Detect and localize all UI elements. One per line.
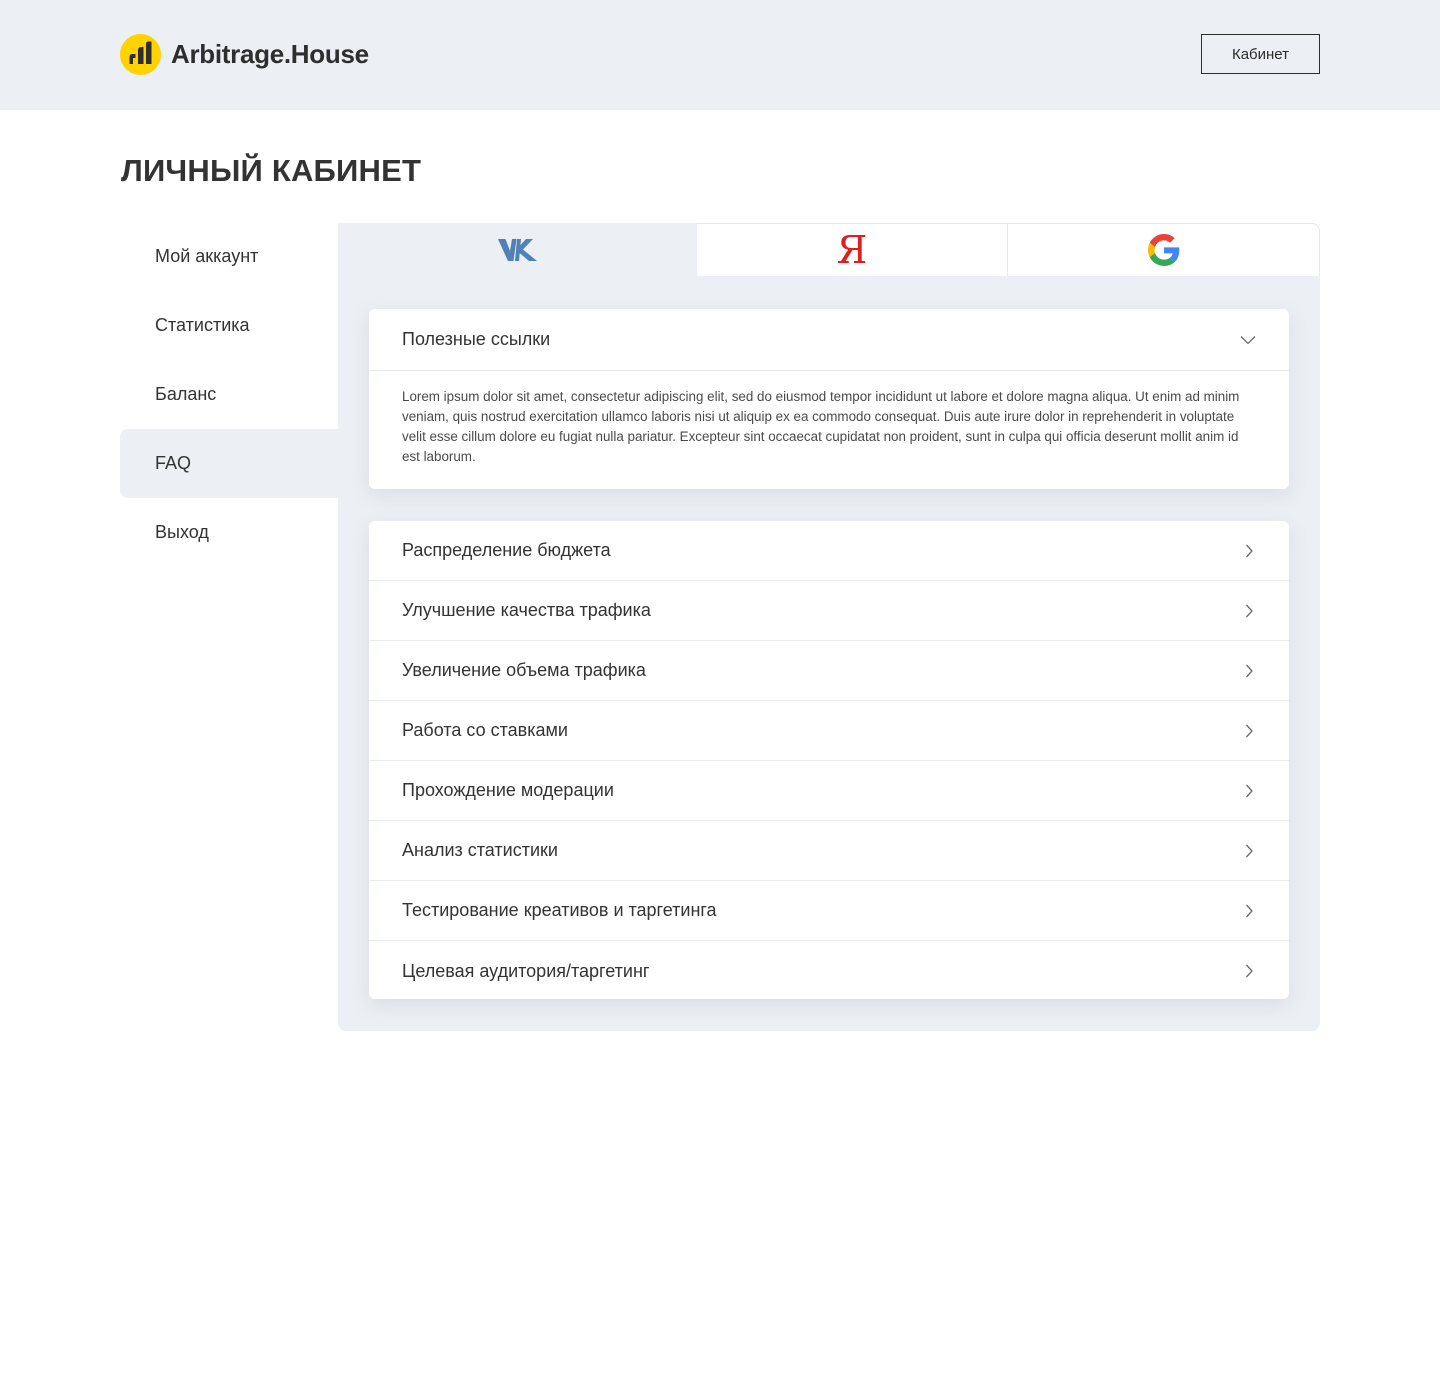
faq-list: Распределение бюджета Улучшение качества… [369,521,1289,999]
faq-item-target-audience[interactable]: Целевая аудитория/таргетинг [369,941,1289,1001]
faq-panel: Я Полезные ссылки Lorem ipsum dolor sit … [338,223,1320,1031]
chevron-right-icon [1246,964,1253,978]
sidebar-item-statistics[interactable]: Статистика [120,291,338,360]
top-header: Arbitrage.House Кабинет [0,0,1440,110]
tab-vk[interactable] [338,223,697,276]
chevron-right-icon [1246,544,1253,557]
tab-yandex[interactable]: Я [697,223,1008,276]
google-logo-icon [1147,234,1179,266]
faq-open-item-header[interactable]: Полезные ссылки [369,309,1289,371]
sidebar-nav: Мой аккаунт Статистика Баланс FAQ Выход [120,222,338,567]
faq-item-bids[interactable]: Работа со ставками [369,701,1289,761]
chevron-right-icon [1246,844,1253,857]
faq-open-item-title: Полезные ссылки [402,329,551,349]
faq-item-label: Целевая аудитория/таргетинг [402,960,650,981]
sidebar-item-faq[interactable]: FAQ [120,429,338,498]
faq-item-traffic-volume[interactable]: Увеличение объема трафика [369,641,1289,701]
sidebar-item-balance[interactable]: Баланс [120,360,338,429]
chevron-down-icon [1240,335,1256,344]
faq-item-budget[interactable]: Распределение бюджета [369,521,1289,581]
faq-item-creative-testing[interactable]: Тестирование креативов и таргетинга [369,881,1289,941]
faq-item-label: Улучшение качества трафика [402,600,651,620]
chevron-right-icon [1246,604,1253,617]
faq-item-label: Тестирование креативов и таргетинга [402,900,717,920]
faq-item-label: Распределение бюджета [402,540,611,560]
faq-item-stats-analysis[interactable]: Анализ статистики [369,821,1289,881]
yandex-logo-icon: Я [836,228,868,272]
sidebar-item-account[interactable]: Мой аккаунт [120,222,338,291]
faq-item-traffic-quality[interactable]: Улучшение качества трафика [369,581,1289,641]
sidebar-item-logout[interactable]: Выход [120,498,338,567]
tab-google[interactable] [1008,223,1320,276]
faq-item-label: Прохождение модерации [402,780,614,800]
bar-chart-logo-icon [120,34,161,75]
faq-open-item-body: Lorem ipsum dolor sit amet, consectetur … [402,389,1240,464]
chevron-right-icon [1246,904,1253,917]
chevron-right-icon [1246,724,1253,737]
chevron-right-icon [1246,784,1253,797]
faq-item-moderation[interactable]: Прохождение модерации [369,761,1289,821]
brand-logo[interactable]: Arbitrage.House [120,34,369,75]
faq-open-item: Полезные ссылки Lorem ipsum dolor sit am… [369,309,1289,489]
faq-item-label: Работа со ставками [402,720,568,740]
chevron-right-icon [1246,664,1253,677]
network-tabs: Я [338,223,1320,276]
page-title: ЛИЧНЫЙ КАБИНЕТ [121,153,422,188]
brand-name: Arbitrage.House [171,39,369,69]
faq-item-label: Увеличение объема трафика [402,660,646,680]
vk-logo-icon [497,238,537,261]
cabinet-button[interactable]: Кабинет [1201,34,1320,74]
faq-item-label: Анализ статистики [402,840,558,860]
